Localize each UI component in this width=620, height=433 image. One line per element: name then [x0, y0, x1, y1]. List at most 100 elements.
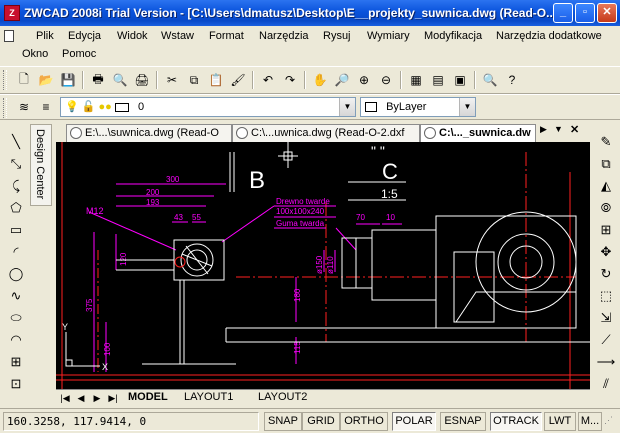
calculator-icon[interactable]: ▣ [450, 70, 470, 90]
publish-icon[interactable]: 🖨 [132, 70, 152, 90]
coordinates-display: 160.3258, 117.9414, 0 [3, 412, 259, 431]
chevron-down-icon[interactable]: ▼ [339, 98, 355, 116]
zoom-previous-icon[interactable]: ⊖ [376, 70, 396, 90]
insert-block-icon[interactable]: ⊞ [6, 352, 26, 372]
mirror-icon[interactable]: ◭ [596, 176, 616, 196]
doc-tab-1[interactable]: E:\...\suwnica.dwg (Read-O [66, 124, 232, 142]
zoom-window-icon[interactable]: ⊕ [354, 70, 374, 90]
prev-tab-icon[interactable]: ◀ [74, 391, 88, 405]
linetype-select[interactable]: ByLayer ▼ [360, 97, 476, 117]
move-icon[interactable]: ✥ [596, 242, 616, 262]
break-icon[interactable]: ⫽ [596, 374, 616, 394]
tab-layout2[interactable]: LAYOUT2 [258, 390, 307, 405]
offset-icon[interactable]: ⦾ [596, 198, 616, 218]
doc-tab-3[interactable]: C:\..._suwnica.dw [420, 124, 536, 142]
lwt-toggle[interactable]: LWT [544, 412, 576, 431]
menu-format[interactable]: Format [209, 30, 244, 42]
print-preview-icon[interactable]: 🔍 [110, 70, 130, 90]
search-icon[interactable]: 🔍 [480, 70, 500, 90]
esnap-toggle[interactable]: ESNAP [440, 412, 486, 431]
layer-select[interactable]: 💡 🔓 ●● 0 ▼ [60, 97, 356, 117]
menu-okno[interactable]: Okno [22, 48, 48, 60]
menu-rysuj[interactable]: Rysuj [323, 30, 351, 42]
menu-modyfikacja[interactable]: Modyfikacja [424, 30, 482, 42]
toolbar-grip[interactable] [3, 98, 7, 118]
drawing-icon [424, 127, 436, 139]
tab-list-icon[interactable]: ▼ [554, 124, 563, 134]
print-icon[interactable]: 🖶 [88, 70, 108, 90]
next-tab-icon[interactable]: ▶ [90, 391, 104, 405]
menu-narzedzia[interactable]: Narzędzia [259, 30, 309, 42]
minimize-button[interactable]: _ [553, 3, 573, 23]
close-doc-icon[interactable]: ✕ [570, 123, 579, 136]
close-button[interactable]: ✕ [597, 3, 617, 23]
arc-icon[interactable]: ◜ [6, 242, 26, 262]
first-tab-icon[interactable]: |◀ [58, 391, 72, 405]
zoom-realtime-icon[interactable]: 🔎 [332, 70, 352, 90]
grid-toggle[interactable]: GRID [302, 412, 340, 431]
spline-icon[interactable]: ∿ [6, 286, 26, 306]
match-properties-icon[interactable]: 🖌 [228, 70, 248, 90]
make-block-icon[interactable]: ⊡ [6, 374, 26, 394]
design-center-icon[interactable]: ▤ [428, 70, 448, 90]
undo-icon[interactable]: ↶ [258, 70, 278, 90]
pan-icon[interactable]: ✋ [310, 70, 330, 90]
design-center-tab[interactable]: Design Center [30, 124, 52, 206]
erase-icon[interactable]: ✎ [596, 132, 616, 152]
help-icon[interactable]: ? [502, 70, 522, 90]
menu-wstaw[interactable]: Wstaw [161, 30, 194, 42]
copy-object-icon[interactable]: ⧉ [596, 154, 616, 174]
open-icon[interactable]: 📂 [36, 70, 56, 90]
properties-icon[interactable]: ▦ [406, 70, 426, 90]
paste-icon[interactable]: 📋 [206, 70, 226, 90]
maximize-button[interactable]: ▫ [575, 3, 595, 23]
doc-menu-icon[interactable] [4, 30, 14, 42]
cut-icon[interactable]: ✂ [162, 70, 182, 90]
stretch-icon[interactable]: ⇲ [596, 308, 616, 328]
layer-manager-icon[interactable]: ≋ [14, 97, 34, 117]
resize-grip-icon[interactable]: ⋰ [604, 415, 616, 429]
trim-icon[interactable]: ⟋ [596, 330, 616, 350]
otrack-toggle[interactable]: OTRACK [490, 412, 542, 431]
menu-pomoc[interactable]: Pomoc [62, 48, 96, 60]
standard-toolbar: 🗋 📂 💾 🖶 🔍 🖨 ✂ ⧉ 📋 🖌 ↶ ↷ ✋ 🔎 ⊕ ⊖ ▦ ▤ ▣ 🔍 … [0, 66, 620, 94]
chevron-down-icon[interactable]: ▼ [459, 98, 475, 116]
tab-scroll-right-icon[interactable]: ▶ [540, 124, 547, 135]
app-icon: Z [4, 5, 20, 21]
save-icon[interactable]: 💾 [58, 70, 78, 90]
tab-model[interactable]: MODEL [128, 390, 168, 405]
rectangle-icon[interactable]: ▭ [6, 220, 26, 240]
snap-toggle[interactable]: SNAP [264, 412, 302, 431]
thread-label: M12 [86, 206, 104, 216]
layer-states-icon[interactable]: ≡ [36, 97, 56, 117]
dim-180: 180 [293, 288, 302, 302]
menu-narzedzia-dodatkowe[interactable]: Narzędzia dodatkowe [496, 30, 602, 42]
polyline-icon[interactable]: ⤹ [6, 176, 26, 196]
array-icon[interactable]: ⊞ [596, 220, 616, 240]
menu-wymiary[interactable]: Wymiary [367, 30, 410, 42]
last-tab-icon[interactable]: ▶| [106, 391, 120, 405]
polygon-icon[interactable]: ⬠ [6, 198, 26, 218]
redo-icon[interactable]: ↷ [280, 70, 300, 90]
rotate-icon[interactable]: ↻ [596, 264, 616, 284]
model-toggle[interactable]: M... [578, 412, 602, 431]
ellipse-arc-icon[interactable]: ◠ [6, 330, 26, 350]
dim-200: 200 [146, 188, 160, 197]
menu-plik[interactable]: Plik [36, 30, 54, 42]
new-icon[interactable]: 🗋 [14, 70, 34, 90]
line-icon[interactable]: ╲ [6, 132, 26, 152]
xline-icon[interactable]: ⤡ [6, 154, 26, 174]
tab-layout1[interactable]: LAYOUT1 [184, 390, 233, 405]
doc-tab-2[interactable]: C:\...uwnica.dwg (Read-O-2.dxf [232, 124, 420, 142]
menu-edycja[interactable]: Edycja [68, 30, 101, 42]
copy-icon[interactable]: ⧉ [184, 70, 204, 90]
circle-icon[interactable]: ◯ [6, 264, 26, 284]
drawing-canvas[interactable]: B " " C 1:5 300 200 193 43 55 M12 70 10 … [56, 142, 590, 389]
menu-widok[interactable]: Widok [117, 30, 148, 42]
extend-icon[interactable]: ⟶ [596, 352, 616, 372]
scale-icon[interactable]: ⬚ [596, 286, 616, 306]
ortho-toggle[interactable]: ORTHO [340, 412, 388, 431]
polar-toggle[interactable]: POLAR [392, 412, 436, 431]
toolbar-grip[interactable] [3, 70, 7, 90]
ellipse-icon[interactable]: ⬭ [6, 308, 26, 328]
